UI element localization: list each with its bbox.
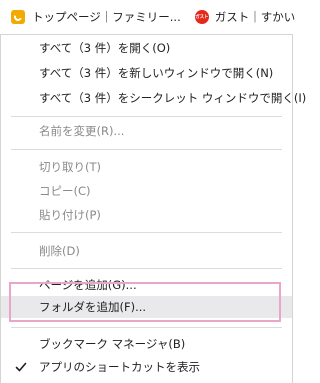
menu-separator	[11, 116, 282, 117]
menu-item-add-page[interactable]: ページを追加(G)...	[1, 274, 292, 296]
checkmark-icon	[15, 362, 27, 372]
menu-item-cut[interactable]: 切り取り(T)	[1, 156, 292, 178]
bookmark-gusto[interactable]: ガスト ガスト｜すかいらーくグ...	[194, 9, 296, 25]
bookmark-folder-context-menu: すべて（3 件）を開く(O) すべて（3 件）を新しいウィンドウで開く(N) す…	[0, 34, 306, 383]
menu-item-show-apps-shortcut[interactable]: アプリのショートカットを表示	[1, 356, 292, 378]
menu-item-open-all[interactable]: すべて（3 件）を開く(O)	[1, 37, 292, 59]
menu-separator	[11, 149, 282, 150]
menu-item-add-folder[interactable]: フォルダを追加(F)...	[1, 296, 292, 318]
menu-item-rename[interactable]: 名前を変更(R)...	[1, 120, 292, 142]
menu-item-copy[interactable]: コピー(C)	[1, 180, 292, 202]
menu-separator	[11, 268, 282, 269]
menu-separator	[11, 327, 282, 328]
bookmark-label: ガスト｜すかいらーくグ...	[214, 10, 296, 24]
gusto-favicon-icon: ガスト	[194, 10, 209, 24]
menu-item-open-all-new-window[interactable]: すべて（3 件）を新しいウィンドウで開く(N)	[1, 62, 292, 84]
lemon-favicon-icon	[11, 10, 25, 24]
bookmark-label: トップページ｜ファミリー...	[32, 10, 181, 24]
menu-item-bookmark-manager[interactable]: ブックマーク マネージャ(B)	[1, 333, 292, 355]
bookmark-top-page[interactable]: トップページ｜ファミリー...	[11, 9, 181, 25]
menu-separator	[11, 232, 282, 233]
menu-item-paste[interactable]: 貼り付け(P)	[1, 204, 292, 226]
menu-item-delete[interactable]: 削除(D)	[1, 240, 292, 262]
menu-item-open-all-incognito[interactable]: すべて（3 件）をシークレット ウィンドウで開く(I)	[1, 87, 306, 109]
menu-item-label: アプリのショートカットを表示	[39, 360, 200, 374]
bookmarks-bar: トップページ｜ファミリー... ガスト ガスト｜すかいらーくグ...	[0, 0, 296, 34]
